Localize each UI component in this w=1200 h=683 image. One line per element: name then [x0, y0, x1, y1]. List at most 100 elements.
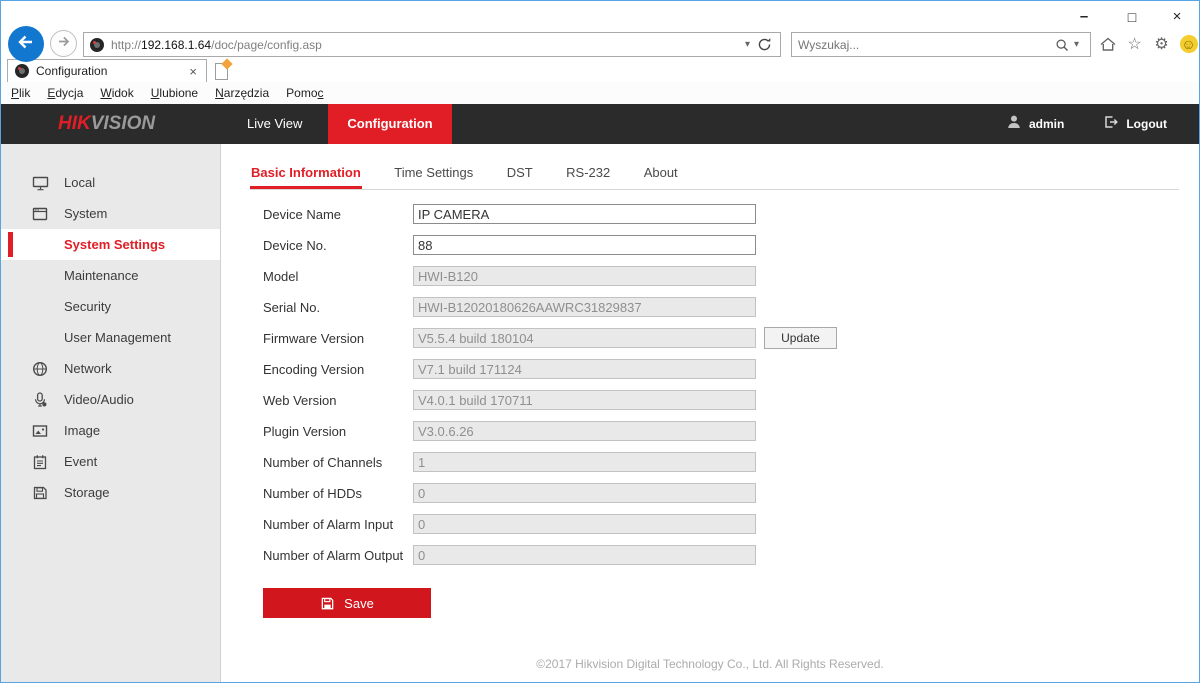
sidebar-item-image[interactable]: Image: [1, 415, 220, 446]
browser-toolbar: http://192.168.1.64/doc/page/config.asp …: [1, 31, 1199, 59]
firmware-version-input: [413, 328, 756, 348]
sidebar-item-network[interactable]: Network: [1, 353, 220, 384]
sidebar-item-system[interactable]: System: [1, 198, 220, 229]
form-row: Device No.: [263, 235, 1199, 255]
browser-tab-bar: Configuration ×: [1, 59, 1199, 82]
url-text[interactable]: http://192.168.1.64/doc/page/config.asp: [111, 38, 740, 52]
model-input: [413, 266, 756, 286]
window-maximize-button[interactable]: □: [1117, 6, 1147, 28]
device-no-label: Device No.: [263, 238, 413, 253]
refresh-icon[interactable]: [755, 37, 774, 52]
settings-gear-icon[interactable]: ⚙: [1151, 33, 1172, 55]
sidebar-item-local[interactable]: Local: [1, 167, 220, 198]
window-icon: [30, 206, 50, 222]
menu-item-ulubione[interactable]: Ulubione: [151, 86, 198, 100]
favorites-star-icon[interactable]: ☆: [1124, 33, 1145, 55]
form-row: Web Version: [263, 390, 1199, 410]
form-row: Number of Alarm Output: [263, 545, 1199, 565]
sidebar-item-storage[interactable]: Storage: [1, 477, 220, 508]
tab-about[interactable]: About: [643, 159, 679, 189]
logout-button[interactable]: Logout: [1102, 114, 1167, 135]
menu-item-narzedzia[interactable]: Narzędzia: [215, 86, 269, 100]
menu-item-widok[interactable]: Widok: [100, 86, 133, 100]
tab-dst[interactable]: DST: [506, 159, 534, 189]
search-box[interactable]: ▾: [791, 32, 1091, 57]
encoding-version-label: Encoding Version: [263, 362, 413, 377]
number-of-channels-label: Number of Channels: [263, 455, 413, 470]
tab-title: Configuration: [36, 64, 187, 78]
form-row: Number of Alarm Input: [263, 514, 1199, 534]
address-dropdown-icon[interactable]: ▾: [740, 39, 755, 50]
tab-favicon-camera-icon: [15, 64, 29, 78]
browser-action-icons: ☆ ⚙ ☺: [1097, 33, 1199, 55]
back-button[interactable]: [8, 26, 44, 62]
sidebar-item-user-management[interactable]: User Management: [1, 322, 220, 353]
model-label: Model: [263, 269, 413, 284]
feedback-smiley-icon[interactable]: ☺: [1178, 33, 1199, 55]
number-of-alarm-input-label: Number of Alarm Input: [263, 517, 413, 532]
settings-tabs: Basic Information Time Settings DST RS-2…: [250, 159, 1179, 190]
browser-window: – □ × http://192.168.1.64/doc/page/confi…: [0, 0, 1200, 683]
sidebar-item-system-settings[interactable]: System Settings: [1, 229, 220, 260]
browser-menu-bar: Plik Edycja Widok Ulubione Narzędzia Pom…: [1, 82, 1199, 104]
sidebar-item-event[interactable]: Event: [1, 446, 220, 477]
save-button[interactable]: Save: [263, 588, 431, 618]
user-area: admin Logout: [1006, 104, 1167, 144]
tab-time-settings[interactable]: Time Settings: [393, 159, 474, 189]
browser-tab-configuration[interactable]: Configuration ×: [7, 59, 207, 82]
sidebar-item-maintenance[interactable]: Maintenance: [1, 260, 220, 291]
number-of-channels-input: [413, 452, 756, 472]
device-name-input[interactable]: [413, 204, 756, 224]
serial-no-input: [413, 297, 756, 317]
window-minimize-button[interactable]: –: [1069, 6, 1099, 28]
app-header: HIKVISION Live View Configuration admin …: [1, 104, 1199, 144]
encoding-version-input: [413, 359, 756, 379]
home-icon[interactable]: [1097, 33, 1118, 55]
notepad-icon: [30, 454, 50, 470]
address-bar[interactable]: http://192.168.1.64/doc/page/config.asp …: [83, 32, 781, 57]
form-row: Device Name: [263, 204, 1199, 224]
update-button[interactable]: Update: [764, 327, 837, 349]
number-of-hdds-label: Number of HDDs: [263, 486, 413, 501]
serial-no-label: Serial No.: [263, 300, 413, 315]
nav-live-view[interactable]: Live View: [221, 104, 328, 144]
current-user: admin: [1006, 114, 1064, 135]
basic-information-form: Device Name Device No. Model Serial No. …: [263, 204, 1199, 565]
forward-button[interactable]: [50, 30, 77, 57]
menu-item-pomoc[interactable]: Pomoc: [286, 86, 323, 100]
number-of-alarm-input-input: [413, 514, 756, 534]
form-row: Encoding Version: [263, 359, 1199, 379]
menu-item-edycja[interactable]: Edycja: [47, 86, 83, 100]
form-row: Firmware Version Update: [263, 328, 1199, 348]
device-name-label: Device Name: [263, 207, 413, 222]
form-row: Serial No.: [263, 297, 1199, 317]
web-version-input: [413, 390, 756, 410]
nav-configuration[interactable]: Configuration: [328, 104, 451, 144]
copyright-footer: ©2017 Hikvision Digital Technology Co., …: [221, 657, 1199, 671]
monitor-icon: [30, 175, 50, 191]
search-dropdown-icon[interactable]: ▾: [1069, 39, 1084, 50]
tab-basic-information[interactable]: Basic Information: [250, 159, 362, 189]
url-scheme: http://: [111, 38, 141, 52]
forward-arrow-icon: [56, 34, 71, 54]
window-close-button[interactable]: ×: [1162, 6, 1192, 28]
search-magnifier-icon[interactable]: [1055, 38, 1069, 52]
search-input[interactable]: [798, 38, 1055, 52]
menu-item-plik[interactable]: Plik: [11, 86, 30, 100]
globe-icon: [30, 361, 50, 377]
save-label: Save: [344, 596, 374, 611]
microphone-icon: [30, 392, 50, 408]
sidebar-item-security[interactable]: Security: [1, 291, 220, 322]
hikvision-logo: HIKVISION: [58, 113, 155, 135]
app-top-nav: Live View Configuration: [221, 104, 452, 144]
sidebar: Local System System Settings Maintenance…: [1, 144, 221, 682]
content-area: Basic Information Time Settings DST RS-2…: [221, 144, 1199, 682]
sidebar-item-video-audio[interactable]: Video/Audio: [1, 384, 220, 415]
plugin-version-input: [413, 421, 756, 441]
device-no-input[interactable]: [413, 235, 756, 255]
tab-close-icon[interactable]: ×: [187, 64, 199, 79]
url-path: /doc/page/config.asp: [211, 38, 322, 52]
new-tab-button[interactable]: [215, 61, 235, 81]
tab-rs-232[interactable]: RS-232: [565, 159, 611, 189]
form-row: Model: [263, 266, 1199, 286]
